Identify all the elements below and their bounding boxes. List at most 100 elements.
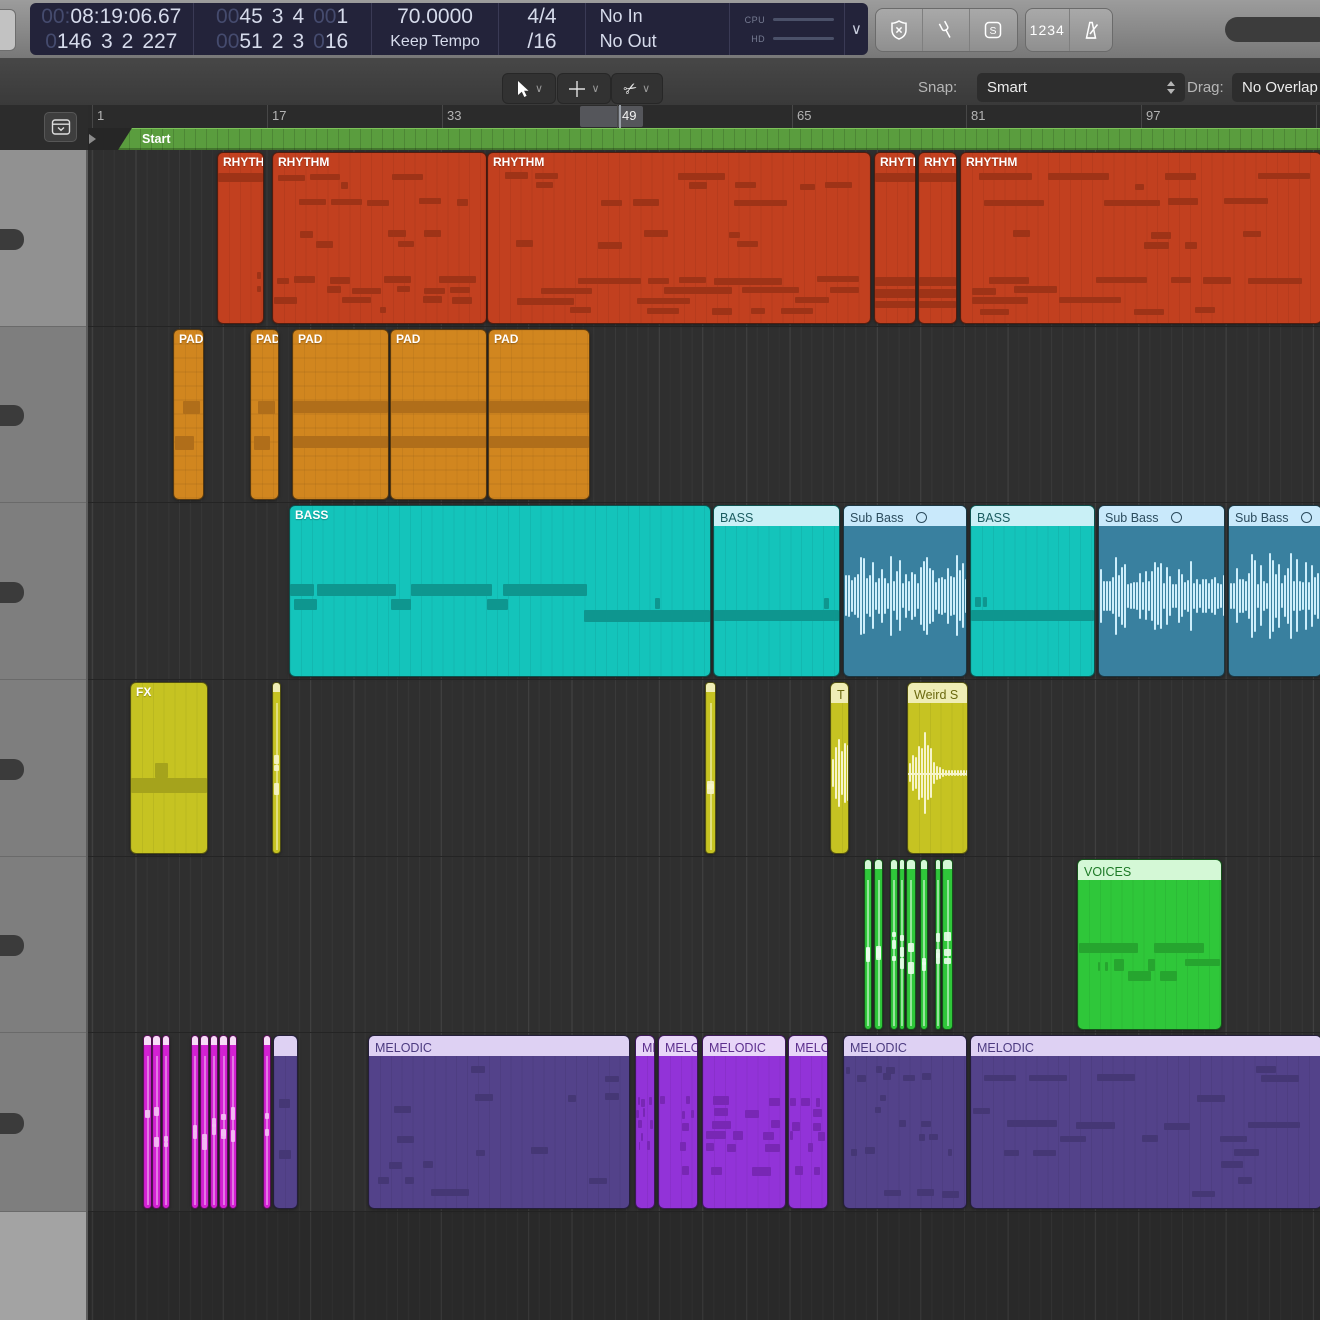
region-audio[interactable] [864, 859, 872, 1030]
midi-note [317, 584, 396, 596]
region-audio[interactable] [935, 859, 941, 1030]
region-audio[interactable] [229, 1035, 237, 1209]
midi-note [1096, 277, 1147, 283]
division[interactable]: /16 [499, 29, 584, 54]
count-in-button[interactable]: 1234 [1026, 9, 1069, 51]
snap-dropdown[interactable]: Smart [977, 73, 1185, 102]
region-sub-bass[interactable]: Sub Bass [1228, 505, 1320, 677]
region-audio[interactable] [152, 1035, 161, 1209]
midi-note [278, 175, 305, 181]
region-audio[interactable] [263, 1035, 271, 1209]
region-audio[interactable] [906, 859, 916, 1030]
midi-note [411, 584, 492, 596]
lcd-signature-display[interactable]: 4/4 /16 [498, 3, 584, 55]
region-pad[interactable]: PAD [292, 329, 389, 500]
region-melodic[interactable]: MELODIC [970, 1035, 1320, 1209]
arrange-area[interactable]: RHYTHMRHYTHMRHYTHMRHYTHMRHYTHMRHYTHMPADP… [88, 150, 1320, 1320]
region-melodic[interactable]: MELODIC [788, 1035, 828, 1209]
lcd-io-display[interactable]: No In No Out [585, 3, 729, 55]
region-sub-bass[interactable]: Sub Bass [843, 505, 967, 677]
region-audio[interactable] [273, 1035, 298, 1209]
region-body [919, 153, 956, 323]
region-melodic[interactable]: MELODIC [658, 1035, 698, 1209]
track-header[interactable] [0, 327, 86, 503]
track-header-config-button[interactable] [44, 112, 77, 142]
master-volume-slider[interactable] [1225, 17, 1320, 42]
region-audio[interactable] [705, 682, 716, 854]
midi-note [423, 296, 443, 302]
time-signature[interactable]: 4/4 [499, 4, 584, 29]
lcd-tempo-display[interactable]: 70.0000 Keep Tempo [371, 3, 499, 55]
region-audio[interactable] [942, 859, 953, 1030]
region-melodic[interactable]: MELODIC [368, 1035, 630, 1209]
track-header[interactable] [0, 1033, 86, 1212]
region-bass[interactable]: BASS [713, 505, 840, 677]
region-weird-s[interactable]: Weird S [907, 682, 968, 854]
region-pad[interactable]: PAD [488, 329, 590, 500]
region-audio[interactable] [143, 1035, 152, 1209]
region-pad[interactable]: PAD [250, 329, 279, 500]
global-tracks-disclosure-icon[interactable] [89, 134, 96, 144]
region-bass[interactable]: BASS [289, 505, 711, 677]
lcd-display[interactable]: 00:08:19:06.67014632227 0045340010051230… [30, 3, 868, 55]
region-rhythm[interactable]: RHYTHM [272, 152, 487, 324]
track-header[interactable] [0, 150, 86, 327]
region-pad[interactable]: PAD [390, 329, 487, 500]
region-pad[interactable]: PAD [173, 329, 204, 500]
performance-meters[interactable]: CPU HD [729, 3, 844, 55]
region-rhythm[interactable]: RHYTHM [918, 152, 957, 324]
region-audio[interactable] [162, 1035, 170, 1209]
midi-note [790, 1131, 793, 1139]
lcd-time-display[interactable]: 00:08:19:06.67014632227 [30, 3, 193, 55]
track-header[interactable] [0, 503, 86, 680]
waveform-center-line [710, 703, 712, 850]
region-audio[interactable] [191, 1035, 199, 1209]
region-audio[interactable] [210, 1035, 218, 1209]
command-click-tool-button[interactable]: ∨ [557, 73, 611, 104]
region-fx[interactable]: FX [130, 682, 208, 854]
region-rhythm[interactable]: RHYTHM [217, 152, 264, 324]
region-melodic[interactable]: MELODIC [843, 1035, 967, 1209]
region-audio[interactable] [200, 1035, 209, 1209]
region-audio[interactable] [920, 859, 928, 1030]
lcd-locators-display[interactable]: 004534001005123016 [193, 3, 371, 55]
lcd-chevron-icon[interactable]: ∨ [844, 3, 868, 55]
region-audio[interactable] [890, 859, 898, 1030]
drag-dropdown[interactable]: No Overlap [1232, 73, 1320, 102]
region-melodic[interactable]: MELODIC [635, 1035, 655, 1209]
region-melodic[interactable]: MELODIC [702, 1035, 786, 1209]
metronome-button[interactable] [1069, 9, 1113, 51]
region-rhythm[interactable]: RHYTHM [874, 152, 916, 324]
waveform-bar [1251, 554, 1253, 637]
region-sub-bass[interactable]: Sub Bass [1098, 505, 1225, 677]
track-header[interactable] [0, 857, 86, 1033]
control-bar-partial-button[interactable] [0, 9, 16, 51]
region-bass[interactable]: BASS [970, 505, 1095, 677]
region-audio[interactable] [219, 1035, 228, 1209]
track-header[interactable] [0, 680, 86, 857]
region-audio[interactable] [272, 682, 281, 854]
region-audio[interactable] [899, 859, 905, 1030]
midi-note [813, 1109, 822, 1117]
region-audio[interactable] [874, 859, 883, 1030]
start-marker[interactable]: Start [118, 128, 1320, 150]
midi-note [664, 287, 732, 293]
left-click-tool-button[interactable]: ∨ [502, 73, 556, 104]
bar-ruler[interactable]: 1173349658197113 [88, 105, 1320, 129]
midi-note [378, 1177, 389, 1184]
region-header-cap [163, 1036, 169, 1045]
midi-note [1171, 277, 1192, 283]
third-tool-button[interactable]: ✂ ∨ [611, 73, 663, 104]
lane-divider [88, 1032, 1320, 1033]
solo-button[interactable]: S [969, 9, 1016, 51]
region-t[interactable]: T [830, 682, 849, 854]
tuner-off-button[interactable] [876, 9, 922, 51]
midi-note [714, 278, 782, 284]
region-rhythm[interactable]: RHYTHM [487, 152, 871, 324]
region-voices[interactable]: VOICES [1077, 859, 1222, 1030]
region-rhythm[interactable]: RHYTHM [960, 152, 1320, 324]
tempo-value[interactable]: 70.0000 [372, 4, 499, 29]
tempo-mode[interactable]: Keep Tempo [372, 29, 499, 54]
tuner-button[interactable] [922, 9, 969, 51]
lane-divider [88, 856, 1320, 857]
